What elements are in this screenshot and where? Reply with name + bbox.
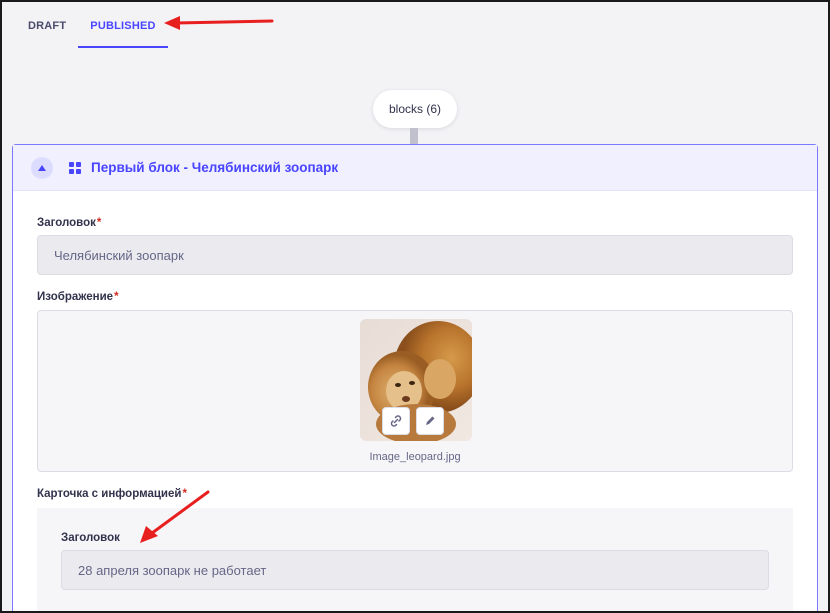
app-frame: DRAFT PUBLISHED blocks (6) Первый блок -…	[0, 0, 830, 613]
annotation-arrow-card	[140, 490, 210, 543]
chevron-up-icon	[38, 164, 46, 171]
annotation-arrow-tabs	[164, 16, 274, 30]
copy-link-button[interactable]	[382, 407, 410, 435]
blocks-count-label: blocks (6)	[388, 102, 441, 116]
grid-icon	[69, 161, 81, 174]
block-title: Первый блок - Челябинский зоопарк	[91, 160, 339, 175]
image-upload-box[interactable]: Image_leopard.jpg	[37, 310, 793, 472]
status-tabs: DRAFT PUBLISHED	[2, 2, 828, 50]
collapse-button[interactable]	[31, 156, 53, 179]
image-field-label: Изображение*	[37, 291, 119, 303]
link-icon	[390, 415, 402, 427]
image-thumbnail[interactable]	[360, 319, 472, 441]
thumbnail-actions	[382, 407, 444, 435]
tab-published[interactable]: PUBLISHED	[78, 2, 169, 50]
edit-image-button[interactable]	[416, 407, 444, 435]
blocks-count-pill: blocks (6)	[373, 90, 457, 128]
title-input[interactable]: Челябинский зоопарк	[37, 235, 793, 275]
pencil-icon	[426, 416, 435, 425]
image-filename: Image_leopard.jpg	[369, 451, 461, 463]
title-field-label: Заголовок*	[37, 217, 102, 229]
card-title-label: Заголовок	[61, 532, 120, 544]
card-title-input[interactable]: 28 апреля зоопарк не работает	[61, 550, 769, 590]
required-mark: *	[96, 217, 102, 229]
required-mark: *	[114, 291, 119, 303]
tab-draft[interactable]: DRAFT	[16, 2, 78, 50]
block-header[interactable]: Первый блок - Челябинский зоопарк	[13, 145, 817, 191]
block-panel: Первый блок - Челябинский зоопарк Заголо…	[12, 144, 818, 611]
